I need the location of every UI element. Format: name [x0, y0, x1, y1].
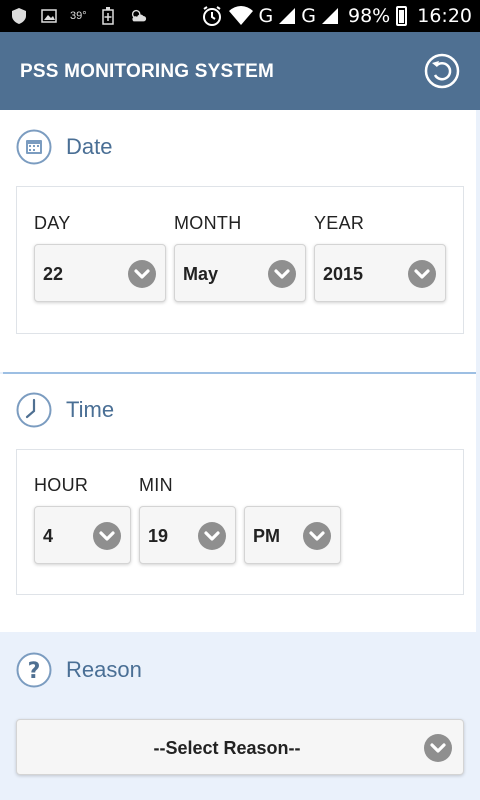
- hour-value: 4: [43, 526, 54, 546]
- min-value: 19: [148, 526, 169, 546]
- svg-text:?: ?: [28, 659, 41, 684]
- signal-icon: [279, 8, 296, 24]
- year-value: 2015: [323, 264, 364, 284]
- status-bar: 39° G G 98% 16:20: [0, 0, 480, 32]
- min-label: MIN: [139, 475, 173, 495]
- clock-time: 16:20: [417, 5, 472, 27]
- day-label: DAY: [34, 213, 71, 233]
- signal-icon-2: [322, 8, 338, 24]
- clock-icon: [16, 392, 52, 428]
- year-select[interactable]: 2015: [314, 244, 446, 302]
- refresh-button[interactable]: [423, 52, 461, 90]
- hour-select[interactable]: 4: [34, 506, 131, 564]
- time-section: Time HOUR MIN 4 19 PM: [0, 374, 476, 632]
- alarm-icon: [201, 5, 223, 27]
- date-header: Date: [16, 129, 112, 165]
- app-title: PSS MONITORING SYSTEM: [20, 61, 275, 82]
- battery-percent: 98%: [348, 5, 391, 27]
- ampm-value: PM: [253, 526, 280, 546]
- hour-label: HOUR: [34, 475, 89, 495]
- battery-icon: [396, 6, 408, 26]
- date-panel: DAY MONTH YEAR 22 May 2015: [16, 186, 464, 334]
- chevron-down-icon: [424, 734, 452, 762]
- calendar-icon: [16, 129, 52, 165]
- chevron-down-icon: [198, 522, 226, 550]
- time-header: Time: [16, 392, 114, 428]
- reason-header: ? Reason: [16, 652, 142, 688]
- date-heading: Date: [66, 134, 113, 159]
- reason-heading: Reason: [66, 657, 142, 682]
- chevron-down-icon: [128, 260, 156, 288]
- month-value: May: [183, 264, 219, 284]
- ampm-select[interactable]: PM: [244, 506, 341, 564]
- date-section: Date DAY MONTH YEAR 22 May 2015: [0, 110, 476, 372]
- temperature-text: 39°: [70, 10, 87, 22]
- reason-value: --Select Reason--: [153, 738, 301, 758]
- network-type-1: G: [258, 5, 274, 27]
- wifi-icon: [228, 5, 253, 27]
- chevron-down-icon: [303, 522, 331, 550]
- day-value: 22: [43, 264, 64, 284]
- shield-icon: [10, 7, 28, 25]
- refresh-icon: [424, 53, 460, 89]
- app-header: PSS MONITORING SYSTEM: [0, 32, 480, 110]
- day-select[interactable]: 22: [34, 244, 166, 302]
- year-label: YEAR: [314, 213, 365, 233]
- month-select[interactable]: May: [174, 244, 306, 302]
- chevron-down-icon: [408, 260, 436, 288]
- time-heading: Time: [66, 397, 115, 422]
- network-type-2: G: [301, 5, 316, 27]
- image-icon: [40, 7, 58, 25]
- weather-icon: [129, 7, 147, 25]
- min-select[interactable]: 19: [139, 506, 236, 564]
- chevron-down-icon: [268, 260, 296, 288]
- battery-saver-icon: [99, 7, 117, 25]
- question-icon: ?: [16, 652, 52, 688]
- month-label: MONTH: [174, 213, 242, 233]
- chevron-down-icon: [93, 522, 121, 550]
- reason-select[interactable]: --Select Reason--: [16, 719, 464, 775]
- time-panel: HOUR MIN 4 19 PM: [16, 449, 464, 595]
